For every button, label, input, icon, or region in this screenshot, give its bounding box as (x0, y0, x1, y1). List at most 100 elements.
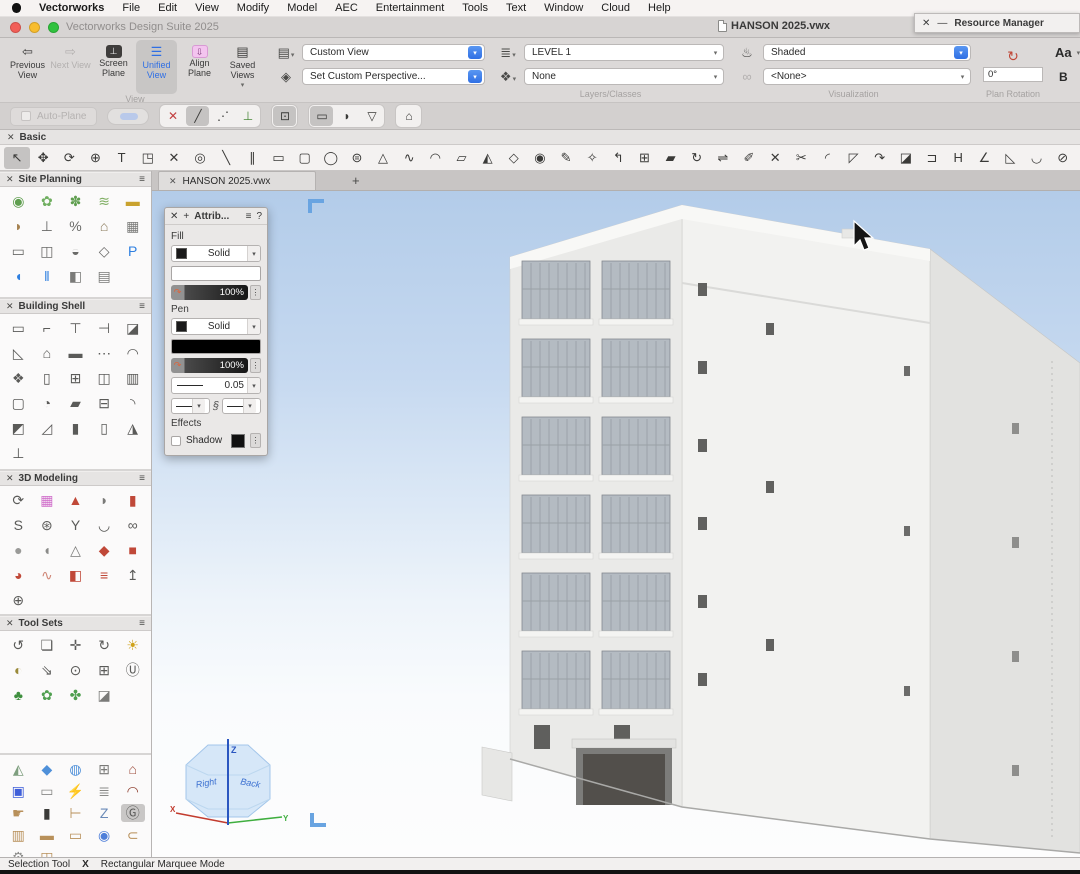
nurbs-curve-tool-icon[interactable]: ∞ (121, 516, 145, 534)
tree-stake-tool-icon[interactable]: ⊥ (35, 217, 59, 235)
tab-close-icon[interactable]: ✕ (169, 176, 177, 187)
mesh-tool-icon[interactable]: ⊛ (35, 516, 59, 534)
saved-views-button[interactable]: ▤ Saved Views ▾ (222, 40, 263, 94)
menu-model[interactable]: Model (278, 2, 326, 14)
view-cube[interactable]: Right Back X Y Z (168, 729, 290, 839)
line-style-end-dropdown[interactable]: ▾ (222, 398, 261, 414)
wand-tool-icon[interactable]: ✧ (579, 147, 605, 169)
straw-bale-tool-icon[interactable]: ▬ (121, 192, 145, 210)
site-plan-tool-icon[interactable]: ◫ (35, 242, 59, 260)
classes-icon[interactable]: ❖ (497, 69, 519, 85)
earth-globe-icon[interactable]: ◍ (63, 760, 87, 778)
menu-aec[interactable]: AEC (326, 2, 367, 14)
surface-from-curves-tool-icon[interactable]: ◡ (92, 516, 116, 534)
site-planning-menu-icon[interactable]: ≡ (139, 174, 145, 185)
stone-material-icon[interactable]: ◭ (6, 760, 30, 778)
roof-accessory-tool-icon[interactable]: ◮ (121, 419, 145, 437)
plant-tool-icon[interactable]: ✽ (63, 192, 87, 210)
building-shell-close-icon[interactable]: ✕ (6, 301, 14, 312)
line-marker-link-icon[interactable]: § (213, 400, 219, 412)
text-tool-icon[interactable]: T (109, 147, 135, 169)
extrude-tool-icon[interactable]: ▮ (121, 491, 145, 509)
line-weight-dropdown[interactable]: 0.05 ▾ (171, 377, 261, 394)
site-planning-close-icon[interactable]: ✕ (6, 174, 14, 185)
multiple-reshape-mode-icon[interactable]: ⋰ (211, 106, 234, 126)
parking-spaces-tool-icon[interactable]: P (121, 242, 145, 260)
menu-modify[interactable]: Modify (228, 2, 278, 14)
render-mode-dropdown[interactable]: Shaded ▾ (763, 44, 971, 61)
menu-cloud[interactable]: Cloud (592, 2, 639, 14)
solid-subtract-tool-icon[interactable]: ◧ (63, 566, 87, 584)
auto-plane-mode-pill[interactable] (107, 108, 149, 125)
attributes-close-icon[interactable]: ✕ (170, 211, 178, 222)
drag-node-mode-icon[interactable]: ⊡ (273, 106, 296, 126)
shell-solid-tool-icon[interactable]: ◗ (92, 491, 116, 509)
flyover-orbit-tool-icon[interactable]: ↺ (6, 636, 30, 654)
line-tool-icon[interactable]: ╲ (213, 147, 239, 169)
3d-axis-tool-icon[interactable]: Y (63, 516, 87, 534)
camera-tool-icon[interactable]: ⊙ (63, 661, 87, 679)
current-view-dropdown-button[interactable]: ▾ (468, 46, 482, 59)
render-mode-dropdown-button[interactable]: ▾ (954, 46, 968, 59)
crate-icon[interactable]: ▥ (6, 826, 30, 844)
pyramid-tool-icon[interactable]: ▲ (63, 491, 87, 509)
pump-icon[interactable]: ◉ (92, 826, 116, 844)
drawing-canvas[interactable]: Right Back X Y Z ✕ + Attrib... ≡ ? Fill … (152, 191, 1080, 857)
next-view-button[interactable]: ⇨ Next View (50, 40, 91, 94)
perspective-dropdown[interactable]: Set Custom Perspective... ▾ (302, 68, 485, 85)
flyover-tool-icon[interactable]: ⟳ (6, 491, 30, 509)
auto-plane-control[interactable]: Auto-Plane (10, 107, 97, 126)
minimize-window-button[interactable] (29, 22, 40, 33)
similar-selection-tool-icon[interactable]: ↰ (605, 147, 631, 169)
spiral-tool-icon[interactable]: ◉ (527, 147, 553, 169)
menu-edit[interactable]: Edit (149, 2, 186, 14)
interactive-scaling-mode-icon[interactable]: ╱ (186, 106, 209, 126)
selection-tool-icon[interactable]: ↖ (4, 147, 30, 169)
close-window-button[interactable] (10, 22, 21, 33)
pen-opacity-slider[interactable]: ↷ 100% (171, 358, 248, 373)
perspective-icon[interactable]: ◈ (275, 69, 297, 85)
hedgerow-tool-icon[interactable]: ≋ (92, 192, 116, 210)
freehand-tool-icon[interactable]: ∿ (396, 147, 422, 169)
apple-menu-icon[interactable] (12, 3, 21, 13)
resource-manager-close-icon[interactable]: ✕ (922, 18, 930, 29)
menu-view[interactable]: View (186, 2, 228, 14)
layers-icon[interactable]: ≣ (497, 45, 519, 61)
polyline-tool-icon[interactable]: ◠ (422, 147, 448, 169)
render-mode-icon[interactable]: ♨ (736, 45, 758, 61)
dark-door-icon[interactable]: ▮ (35, 804, 59, 822)
custom-view-icon[interactable]: ▤ (275, 45, 297, 61)
offset-tool-icon[interactable]: ⊞ (631, 147, 657, 169)
unreal-export-tool-icon[interactable]: Ⓤ (121, 661, 145, 679)
3d-building-model[interactable] (152, 191, 1080, 857)
pan-tool-icon[interactable]: ✥ (30, 147, 56, 169)
landscape-area-tool-icon[interactable]: ◒ (63, 242, 87, 260)
section-solid-tool-icon[interactable]: ◕ (6, 566, 30, 584)
anchor-bolt-tool-icon[interactable]: ⊥ (6, 444, 30, 462)
mirror-tool-icon[interactable]: ⇌ (710, 147, 736, 169)
floor-tool-icon[interactable]: ▰ (63, 394, 87, 412)
wall-window-tool-icon[interactable]: ◩ (6, 419, 30, 437)
resize-span-tool-icon[interactable]: H (945, 147, 971, 169)
taper-face-tool-icon[interactable]: ↥ (121, 566, 145, 584)
eyedropper-tool-icon[interactable]: ◎ (187, 147, 213, 169)
ellipse-tool-icon[interactable]: ⊜ (344, 147, 370, 169)
double-line-tool-icon[interactable]: ∥ (239, 147, 265, 169)
select-by-object-type-mode-icon[interactable]: ⌂ (397, 106, 420, 126)
menu-file[interactable]: File (113, 2, 149, 14)
new-tab-button[interactable]: + (352, 172, 360, 190)
move-camera-tool-icon[interactable]: ⇘ (35, 661, 59, 679)
fence-tool-icon[interactable]: ▦ (121, 217, 145, 235)
rounded-rectangle-tool-icon[interactable]: ▢ (292, 147, 318, 169)
wall-tool-icon[interactable]: ▭ (6, 319, 30, 337)
reshape-arc-tool-icon[interactable]: ◡ (1023, 147, 1049, 169)
pilaster-tool-icon[interactable]: ❖ (6, 369, 30, 387)
unified-view-button[interactable]: ☰ Unified View (136, 40, 177, 94)
hvac-stack-icon[interactable]: ≣ (92, 782, 116, 800)
flashlight-icon[interactable]: ▭ (35, 782, 59, 800)
lumber-plank-icon[interactable]: ▬ (35, 826, 59, 844)
nurbs-surface-tool-icon[interactable]: ∿ (35, 566, 59, 584)
guardrail-tool-icon[interactable]: ▤ (92, 267, 116, 285)
resource-manager-header[interactable]: ✕ — Resource Manager (914, 13, 1080, 33)
angle-tool-icon[interactable]: ∠ (971, 147, 997, 169)
